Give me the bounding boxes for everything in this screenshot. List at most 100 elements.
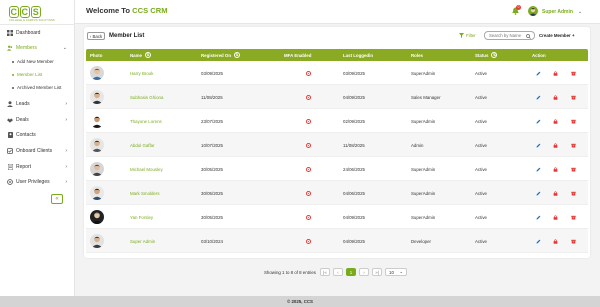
sort-icon[interactable]: ⇅ — [144, 52, 151, 58]
edit-icon[interactable] — [536, 71, 541, 76]
archive-icon[interactable] — [571, 239, 576, 244]
archive-icon[interactable] — [571, 71, 576, 76]
avatar — [90, 162, 104, 176]
chevron-down-icon: ⌄ — [399, 269, 403, 274]
sidebar-subitem-archived[interactable]: Archived Member List — [0, 83, 75, 92]
status-badge: Active — [475, 166, 487, 172]
next-page-button[interactable]: › — [359, 268, 369, 276]
deals-icon — [7, 117, 13, 123]
col-registered[interactable]: Registered On ⇅ — [201, 49, 241, 61]
edit-icon[interactable] — [536, 215, 541, 220]
archive-icon[interactable] — [571, 215, 576, 220]
leads-icon — [7, 101, 13, 107]
lock-icon[interactable] — [553, 238, 558, 244]
edit-icon[interactable] — [536, 119, 541, 124]
contacts-icon — [7, 132, 13, 138]
sidebar-item-deals[interactable]: Deals › — [0, 115, 75, 125]
member-name[interactable]: Super Admin — [130, 229, 155, 253]
member-name[interactable]: Mark Smolders — [130, 181, 160, 205]
filter-button[interactable]: Filter — [459, 33, 476, 38]
col-name[interactable]: Name ⇅ — [130, 49, 151, 61]
prev-page-button[interactable]: ‹ — [333, 268, 343, 276]
back-button[interactable]: ‹ Back — [87, 32, 105, 40]
edit-icon[interactable] — [536, 239, 541, 244]
chevron-down-icon[interactable]: ⌄ — [578, 9, 582, 15]
search-icon[interactable] — [526, 33, 531, 39]
edit-icon[interactable] — [536, 191, 541, 196]
lock-icon[interactable] — [553, 70, 558, 76]
action-cell — [536, 133, 576, 157]
col-status[interactable]: Status ⇅ — [475, 49, 498, 61]
sidebar-item-label: Leads — [16, 101, 30, 107]
sort-icon[interactable]: ⇅ — [234, 52, 241, 58]
bullet-icon — [12, 60, 14, 63]
sort-icon[interactable]: ⇅ — [491, 52, 498, 58]
photo-cell — [90, 61, 104, 85]
archive-icon[interactable] — [571, 191, 576, 196]
archive-icon[interactable] — [571, 95, 576, 100]
member-name[interactable]: Michael Mousley — [130, 157, 163, 181]
last-loggedin-date: 03/09/2025 — [343, 70, 365, 76]
mfa-disabled-icon — [306, 85, 311, 109]
first-page-button[interactable]: |« — [320, 268, 330, 276]
action-cell — [536, 109, 576, 133]
last-loggedin-date: 11/08/2025 — [343, 142, 365, 148]
avatar[interactable] — [528, 6, 538, 16]
sidebar-subitem-add-member[interactable]: Add New Member — [0, 57, 75, 66]
user-name[interactable]: Super Admin — [542, 9, 573, 15]
sidebar-item-contacts[interactable]: Contacts — [0, 130, 75, 140]
page-size-select[interactable]: 10 ⌄ — [385, 268, 407, 276]
last-loggedin-date: 04/09/2025 — [343, 94, 365, 100]
sidebar-item-leads[interactable]: Leads › — [0, 99, 75, 109]
page-button[interactable]: 1 — [346, 268, 356, 276]
edit-icon[interactable] — [536, 143, 541, 148]
chevron-right-icon: › — [65, 148, 67, 154]
member-name[interactable]: Yan Forsley — [130, 205, 153, 229]
mfa-disabled-icon — [306, 133, 311, 157]
sidebar-item-report[interactable]: Report › — [0, 162, 75, 172]
registered-date: 23/07/2025 — [201, 118, 223, 124]
member-name[interactable]: Thayone Lorens — [130, 109, 162, 133]
logo-mark: CCS — [9, 6, 41, 18]
archive-icon[interactable] — [571, 119, 576, 124]
sidebar: CCS COLLEGE & CAMPUS SOLUTIONS Dashboard… — [0, 0, 75, 296]
edit-icon[interactable] — [536, 167, 541, 172]
sidebar-item-label: Onboard Clients — [16, 148, 53, 154]
lock-icon[interactable] — [553, 118, 558, 124]
create-member-button[interactable]: Create Member + — [539, 33, 575, 38]
status-badge: Active — [475, 118, 487, 124]
sidebar-subitem-member-list[interactable]: Member List — [0, 70, 75, 79]
collapse-sidebar-button[interactable]: « — [51, 194, 63, 204]
sidebar-item-user-privileges[interactable]: User Privileges › — [0, 177, 75, 187]
dashboard-icon — [7, 30, 13, 36]
role: Admin — [411, 142, 424, 148]
sidebar-item-label: Contacts — [16, 132, 36, 138]
lock-icon[interactable] — [553, 94, 558, 100]
lock-icon[interactable] — [553, 166, 558, 172]
sidebar-item-label: Report — [16, 164, 32, 170]
sidebar-item-label: Dashboard — [16, 30, 41, 36]
col-mfa: MFA Enabled — [284, 52, 312, 58]
sidebar-item-members[interactable]: Members ⌄ — [0, 43, 75, 53]
sidebar-item-dashboard[interactable]: Dashboard — [0, 28, 75, 38]
lock-icon[interactable] — [553, 190, 558, 196]
photo-cell — [90, 205, 104, 229]
action-cell — [536, 181, 576, 205]
member-name[interactable]: Abdul Gaffar — [130, 133, 155, 157]
archive-icon[interactable] — [571, 167, 576, 172]
search-input[interactable] — [489, 33, 527, 38]
last-page-button[interactable]: »| — [372, 268, 382, 276]
lock-icon[interactable] — [553, 214, 558, 220]
edit-icon[interactable] — [536, 95, 541, 100]
role: SuperAdmin — [411, 214, 436, 220]
member-name[interactable]: Harry Brook — [130, 61, 153, 85]
action-cell — [536, 61, 576, 85]
chevron-right-icon: › — [65, 101, 67, 107]
lock-icon[interactable] — [553, 142, 558, 148]
sidebar-item-onboard-clients[interactable]: Onboard Clients › — [0, 146, 75, 156]
member-name[interactable]: Subhasis Ghiona — [130, 85, 163, 109]
archive-icon[interactable] — [571, 143, 576, 148]
last-loggedin-date: 24/06/2025 — [343, 166, 365, 172]
brand-logo[interactable]: CCS COLLEGE & CAMPUS SOLUTIONS — [9, 4, 55, 22]
chevron-down-icon: ⌄ — [62, 45, 67, 51]
